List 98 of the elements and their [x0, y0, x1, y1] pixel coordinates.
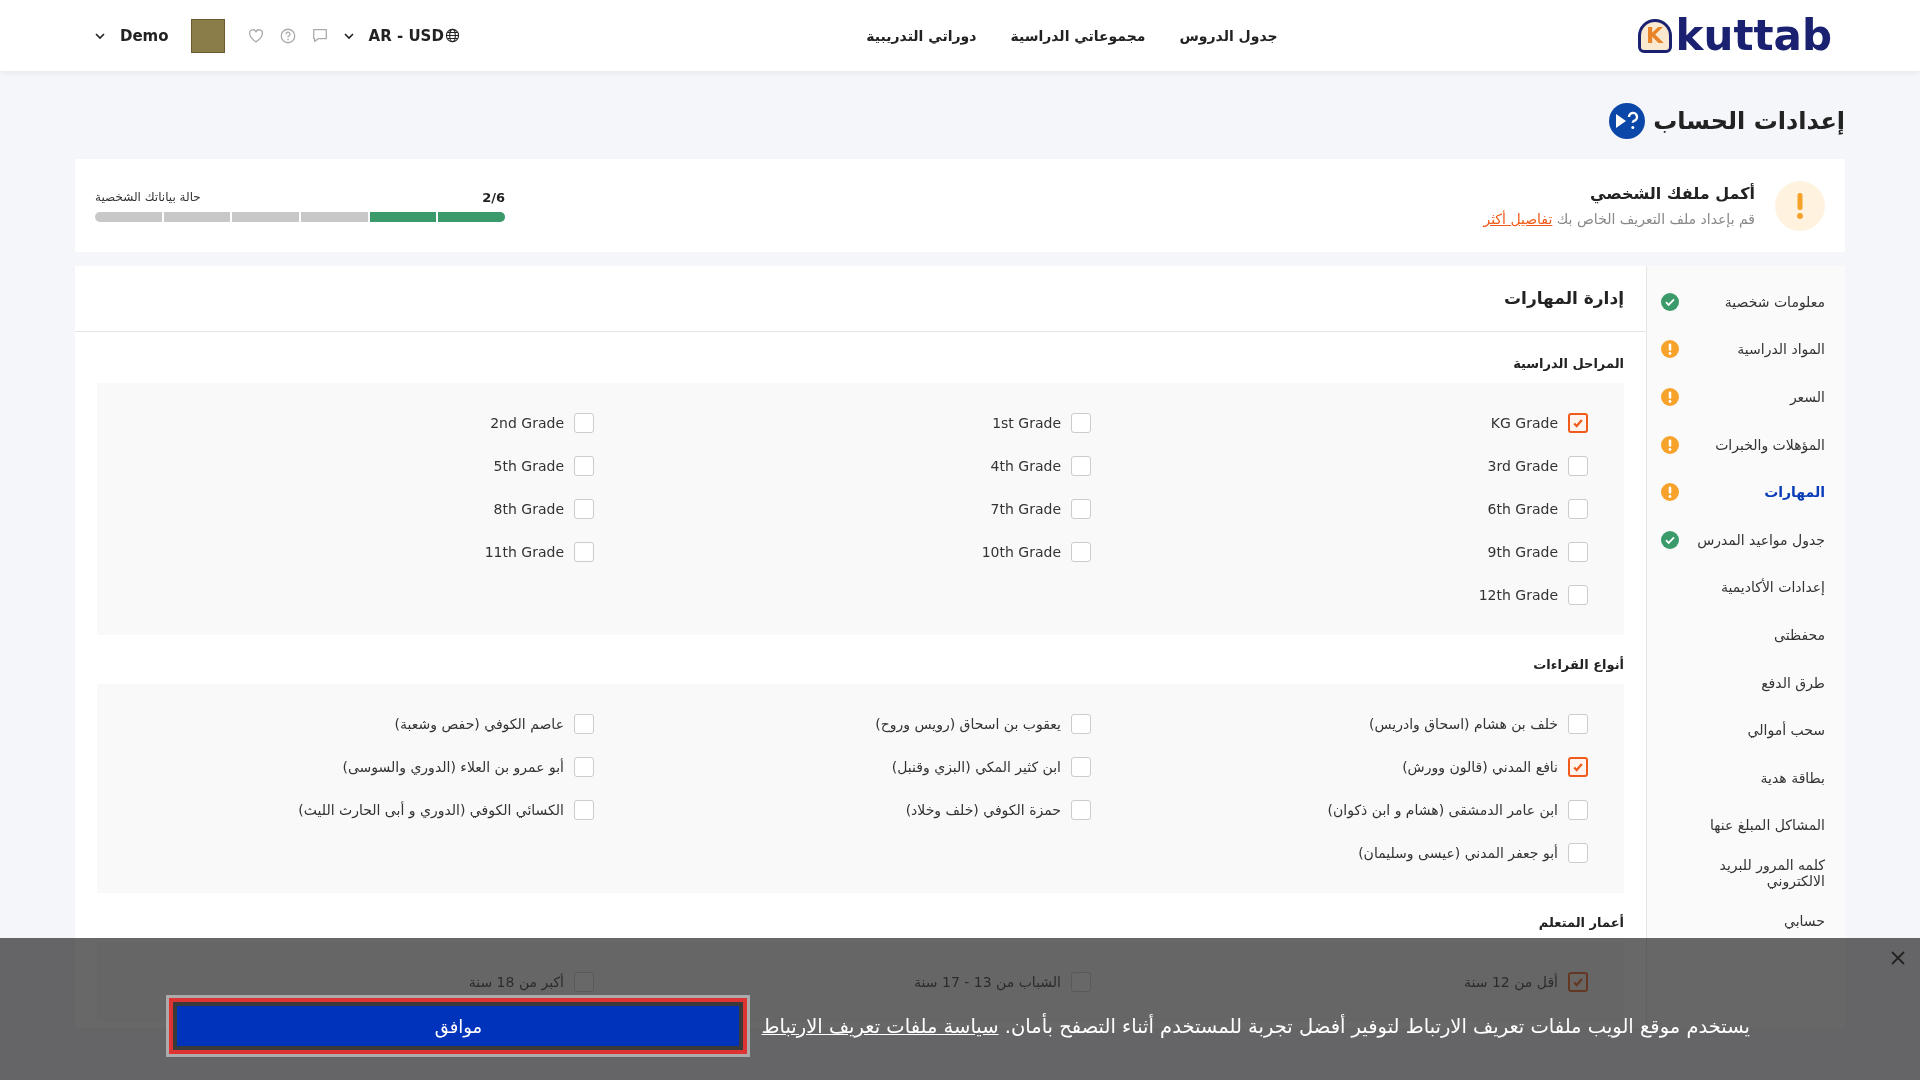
user-menu[interactable]: Demo [120, 26, 169, 45]
checkmark-icon [1572, 761, 1584, 773]
checkbox[interactable] [1568, 800, 1588, 820]
globe-icon [444, 28, 460, 43]
option-label: 7th Grade [990, 501, 1061, 517]
option-label: 6th Grade [1487, 501, 1558, 517]
checkbox[interactable] [1071, 800, 1091, 820]
help-icon[interactable] [278, 26, 297, 45]
option-label: 5th Grade [493, 458, 564, 474]
option-label: 10th Grade [981, 544, 1061, 560]
checkbox[interactable] [1568, 585, 1588, 605]
checkbox[interactable] [1071, 757, 1091, 777]
option-label: أقل من 12 سنة [1464, 974, 1558, 990]
profile-card-description: قم بإعداد ملف التعريف الخاص بك تفاصيل أكثر [1482, 211, 1755, 227]
sidebar-item[interactable]: طرق الدفع [1761, 674, 1825, 691]
sidebar-item[interactable]: بطاقة هدية [1760, 769, 1825, 786]
option-label: ابن عامر الدمشقى (هشام و ابن ذكوان) [1327, 802, 1558, 818]
help-video-icon[interactable] [1609, 103, 1646, 139]
progress-label: حالة بياناتك الشخصية [95, 189, 201, 205]
nav-link[interactable]: جدول الدروس [1179, 27, 1278, 44]
checkbox[interactable] [1568, 757, 1588, 777]
option-label: الكسائي الكوفي (الدوري و أبى الحارث الليث) [298, 802, 564, 818]
option-label: أبو عمرو بن العلاء (الدوري والسوسى) [342, 759, 564, 775]
sidebar-item[interactable]: جدول مواعيد المدرس [1697, 531, 1825, 548]
checkbox[interactable] [1568, 843, 1588, 863]
chat-icon[interactable] [310, 26, 329, 45]
group-heading: أعمار المتعلم [1537, 913, 1624, 932]
option-label: KG Grade [1490, 415, 1558, 431]
section-title: إدارة المهارات [75, 266, 1646, 332]
checkbox[interactable] [574, 757, 594, 777]
cookie-message: يستخدم موقع الويب ملفات تعريف الارتباط لتوفير أفضل تجربة للمستخدم أثناء التصفح بأمان. سياسة ملفات تعريف الارتباط [761, 1014, 1750, 1038]
checkbox[interactable] [1568, 542, 1588, 562]
checkmark-icon [1572, 417, 1584, 429]
checkbox[interactable] [574, 499, 594, 519]
sidebar-item[interactable]: السعر [1789, 389, 1825, 405]
option-label: خلف بن هشام (اسحاق وادريس) [1368, 716, 1558, 732]
checkbox[interactable] [1568, 714, 1588, 734]
option-label: 8th Grade [493, 501, 564, 517]
cookie-policy-link[interactable]: سياسة ملفات تعريف الارتباط [761, 1014, 999, 1038]
group-heading: أنواع القراءات [1532, 655, 1624, 674]
option-label: 11th Grade [484, 544, 564, 560]
checkbox[interactable] [1071, 499, 1091, 519]
option-label: عاصم الكوفي (حفص وشعبة) [394, 716, 564, 732]
option-label: حمزة الكوفي (خلف وخلاد) [905, 802, 1061, 818]
sidebar-item[interactable]: معلومات شخصية [1724, 293, 1825, 310]
checkbox[interactable] [1071, 413, 1091, 433]
logo-text: kuttab [1675, 14, 1832, 57]
profile-card-title: أكمل ملفك الشخصي [1588, 184, 1755, 203]
sidebar-item[interactable]: المهارات [1764, 484, 1825, 501]
group-heading: المراحل الدراسية [1512, 355, 1624, 373]
option-label: يعقوب بن اسحاق (رويس وروح) [875, 716, 1061, 732]
close-icon[interactable] [1890, 950, 1906, 966]
checkbox[interactable] [1568, 456, 1588, 476]
checkbox[interactable] [574, 542, 594, 562]
option-label: 9th Grade [1487, 544, 1558, 560]
option-label: أكبر من 18 سنة [468, 974, 564, 990]
option-label: ابن كثير المكي (البزي وقنبل) [891, 759, 1061, 775]
warning-icon [1661, 483, 1679, 502]
checkbox[interactable] [574, 800, 594, 820]
nav-link[interactable]: مجموعاتي الدراسية [1010, 27, 1146, 44]
option-label: 1st Grade [992, 415, 1061, 431]
sidebar-item[interactable]: سحب أموالي [1747, 722, 1825, 739]
logo-mark: K [1637, 18, 1672, 53]
option-label: نافع المدني (قالون وورش) [1402, 759, 1558, 775]
avatar-photo-placeholder[interactable] [190, 18, 225, 53]
warning-icon [1661, 340, 1679, 359]
page-title: إعدادات الحساب [1653, 107, 1845, 135]
sidebar-item[interactable]: كلمه المرور للبريد الالكتروني [1685, 856, 1825, 889]
sidebar-item[interactable]: حسابي [1784, 912, 1825, 929]
language-currency-selector[interactable]: AR - USD [368, 26, 460, 45]
heart-icon[interactable] [246, 26, 265, 45]
checkbox[interactable] [574, 456, 594, 476]
checkbox[interactable] [1071, 714, 1091, 734]
option-label: 4th Grade [990, 458, 1061, 474]
checkbox[interactable] [574, 413, 594, 433]
warning-icon [1661, 435, 1679, 454]
warning-icon [1661, 388, 1679, 406]
option-label: الشباب من 13 - 17 سنة [914, 974, 1061, 990]
checkbox[interactable] [574, 714, 594, 734]
logo[interactable]: K kuttab [1637, 14, 1832, 57]
option-label: 3rd Grade [1487, 458, 1558, 474]
sidebar-item[interactable]: المؤهلات والخبرات [1715, 436, 1825, 453]
checkbox[interactable] [1568, 413, 1588, 433]
warning-icon [1775, 180, 1825, 231]
checkbox[interactable] [1071, 542, 1091, 562]
checkbox[interactable] [1071, 456, 1091, 476]
sidebar-item[interactable]: إعدادات الأكاديمية [1721, 579, 1825, 596]
sidebar-item[interactable]: محفظتى [1774, 626, 1825, 643]
checkbox[interactable] [1568, 499, 1588, 519]
sidebar-item[interactable]: المشاكل المبلغ عنها [1709, 817, 1825, 834]
check-circle-icon [1661, 292, 1679, 311]
check-circle-icon [1661, 530, 1679, 549]
option-label: 12th Grade [1478, 587, 1558, 603]
option-label: أبو جعفر المدني (عيسى وسليمان) [1358, 845, 1558, 861]
option-label: 2nd Grade [490, 415, 564, 431]
progress-count: 2/6 [482, 189, 505, 205]
nav-link[interactable]: دوراتي التدريبية [866, 27, 977, 44]
sidebar-item[interactable]: المواد الدراسية [1737, 341, 1825, 358]
